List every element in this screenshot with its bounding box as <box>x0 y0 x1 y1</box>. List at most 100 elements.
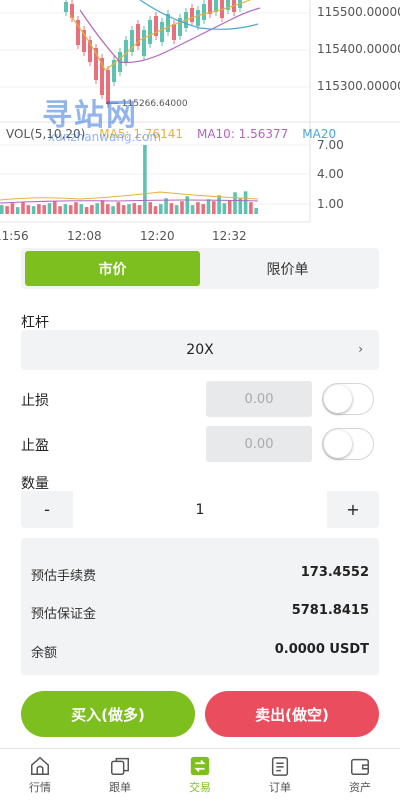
volume-bar <box>95 203 99 214</box>
volume-bar <box>233 192 237 214</box>
volume-bar <box>31 206 36 214</box>
toggle-knob <box>324 385 352 413</box>
candle <box>142 30 146 56</box>
nav-item-market[interactable]: 行情 <box>0 749 80 800</box>
volume-bar <box>47 203 52 214</box>
summary-value: 173.4552 <box>300 565 369 580</box>
tab-limit-order[interactable]: 限价单 <box>200 251 375 286</box>
tab-market-order[interactable]: 市价 <box>25 251 200 286</box>
kline-chart[interactable]: 115500.00000 115400.00000 115300.00000 ⟵… <box>0 0 400 245</box>
summary-key: 预估手续费 <box>31 569 97 584</box>
quantity-decrease-button[interactable]: - <box>21 491 73 528</box>
volume-bar <box>227 200 232 214</box>
volume-axis-label: 7.00 <box>317 138 344 152</box>
sell-short-button[interactable]: 卖出(做空) <box>205 691 379 737</box>
summary-key: 余额 <box>31 646 58 661</box>
volume-bar <box>153 206 158 214</box>
order-summary: 预估手续费 173.4552 预估保证金 5781.8415 余额 0.0000… <box>21 538 379 675</box>
leverage-select[interactable]: 20X › <box>21 330 379 370</box>
volume-bar <box>169 203 174 214</box>
volume-bar <box>190 205 195 214</box>
price-axis-label: 115400.00000 <box>317 42 400 56</box>
leverage-label: 杠杆 <box>21 315 49 331</box>
volume-bar <box>21 202 25 214</box>
volume-bar <box>243 191 248 214</box>
volume-bar <box>100 200 105 214</box>
volume-axis-label: 4.00 <box>317 167 344 181</box>
toggle-knob <box>324 430 352 458</box>
candle <box>64 2 68 12</box>
nav-label: 交易 <box>189 781 211 794</box>
trade-icon <box>190 756 210 776</box>
take-profit-toggle[interactable] <box>322 428 374 460</box>
volume-bar <box>201 204 205 214</box>
volume-bar <box>111 206 115 214</box>
summary-row-balance: 余额 0.0000 USDT <box>21 642 379 662</box>
take-profit-input[interactable]: 0.00 <box>206 426 312 462</box>
price-axis-label: 115500.00000 <box>317 5 400 19</box>
candle <box>148 20 152 44</box>
volume-bar <box>68 205 73 214</box>
candle <box>124 40 128 62</box>
price-axis-label: 115300.00000 <box>317 79 400 93</box>
nav-label: 订单 <box>269 781 291 794</box>
quantity-input[interactable]: 1 <box>73 491 327 528</box>
volume-bar <box>58 206 62 214</box>
time-axis-label: 12:08 <box>67 229 102 243</box>
nav-item-assets[interactable]: 资产 <box>320 749 400 800</box>
nav-item-trade[interactable]: 交易 <box>160 749 240 800</box>
take-profit-label: 止盈 <box>21 438 49 454</box>
volume-bar <box>127 204 131 214</box>
orders-icon <box>271 757 289 776</box>
volume-bar <box>196 202 200 214</box>
home-icon <box>31 756 49 775</box>
volume-bar <box>26 205 31 214</box>
volume-bar <box>143 145 147 214</box>
volume-bar <box>74 202 78 214</box>
bottom-navigation: 行情 跟单 交易 订单 资产 <box>0 748 400 800</box>
volume-legend: VOL(5,10,20) MA5: 1.76141 MA10: 1.56377 MA2… <box>6 127 350 141</box>
candle <box>172 24 176 40</box>
volume-bar <box>5 206 9 214</box>
wallet-icon <box>351 758 369 775</box>
volume-bar <box>116 202 121 214</box>
ma5-legend: MA5: 1.76141 <box>99 127 183 141</box>
volume-bar <box>185 196 190 214</box>
order-type-tabs: 市价 限价单 <box>21 248 379 289</box>
volume-bar <box>148 202 152 214</box>
summary-value: 0.0000 USDT <box>274 642 369 657</box>
volume-bar <box>15 207 20 214</box>
quantity-increase-button[interactable]: + <box>327 491 379 528</box>
ma10-legend: MA10: 1.56377 <box>196 127 289 141</box>
stop-loss-input[interactable]: 0.00 <box>206 381 312 417</box>
nav-label: 跟单 <box>109 781 131 794</box>
volume-bar <box>249 202 253 214</box>
volume-bar <box>37 204 41 214</box>
volume-bar <box>63 204 68 214</box>
volume-bar <box>121 205 126 214</box>
volume-bar <box>137 205 142 214</box>
low-price-marker: ⟵ 115266.64000 <box>106 99 188 109</box>
volume-bar <box>42 205 46 214</box>
chevron-right-icon: › <box>358 342 363 356</box>
candle <box>196 10 200 26</box>
time-axis-label: 12:20 <box>140 229 175 243</box>
candle <box>160 22 164 42</box>
volume-bar <box>254 208 258 214</box>
candle <box>202 4 206 20</box>
volume-bar <box>174 205 179 214</box>
nav-item-copy[interactable]: 跟单 <box>80 749 160 800</box>
volume-bar <box>10 203 15 214</box>
nav-item-orders[interactable]: 订单 <box>240 749 320 800</box>
volume-bar <box>217 195 221 214</box>
summary-row-fee: 预估手续费 173.4552 <box>21 565 379 585</box>
nav-label: 行情 <box>29 781 51 794</box>
summary-row-margin: 预估保证金 5781.8415 <box>21 603 379 623</box>
stop-loss-label: 止损 <box>21 393 49 409</box>
nav-label: 资产 <box>349 781 371 794</box>
stop-loss-toggle[interactable] <box>322 383 374 415</box>
buy-long-button[interactable]: 买入(做多) <box>21 691 195 737</box>
volume-bar <box>164 198 168 214</box>
volume-bar <box>132 203 137 214</box>
volume-bar <box>180 201 184 214</box>
